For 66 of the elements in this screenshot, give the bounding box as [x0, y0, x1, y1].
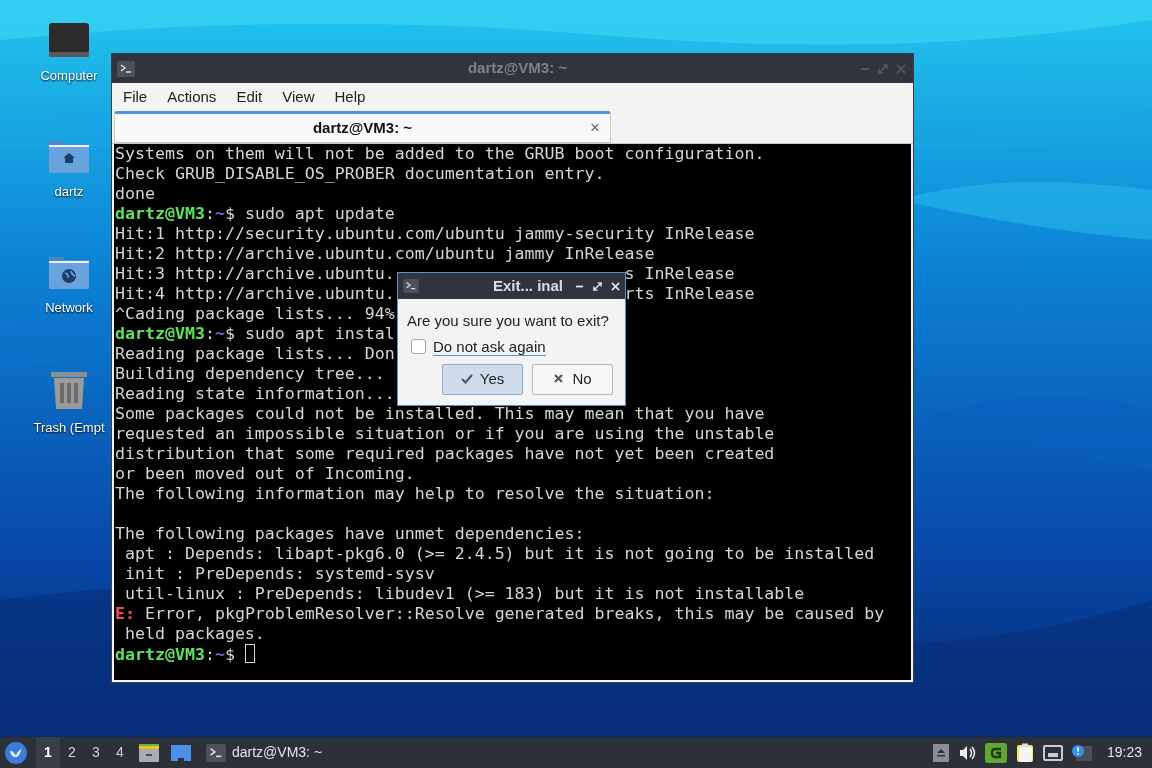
terminal-line: Check GRUB_DISABLE_OS_PROBER documentation entry. [115, 164, 605, 183]
terminal-line: Some packages could not be installed. This may mean that you have [115, 404, 765, 423]
clipboard-icon[interactable] [1015, 742, 1034, 763]
terminal-line: Reading state information... [115, 384, 395, 403]
check-icon [460, 373, 473, 385]
eject-icon[interactable] [932, 743, 949, 762]
notification-icon[interactable] [1071, 743, 1092, 762]
terminal-line: dartz@VM3:~$ sudo apt update [115, 204, 395, 223]
terminal-icon [403, 279, 419, 293]
terminal-icon [117, 60, 135, 77]
no-button[interactable]: No [532, 363, 613, 395]
terminal-line: Hit:2 http://archive.ubuntu.com/ubuntu jammy InRelease [115, 244, 655, 263]
volume-icon[interactable] [957, 744, 976, 761]
terminal-line: or been moved out of Incoming. [115, 464, 415, 483]
menu-item[interactable]: Actions [158, 83, 226, 111]
terminal-line: util-linux : PreDepends: libudev1 (>= 183) but it is not installable [124, 584, 805, 603]
home-folder-icon[interactable] [48, 138, 90, 174]
terminal-line: Hit:1 http://security.ubuntu.com/ubuntu jammy-security InRelease [115, 224, 755, 243]
file-manager-icon[interactable] [138, 742, 160, 763]
terminal-line: Hit:4 http://archive.ubuntu. [115, 284, 395, 303]
terminal-line: rts InRelease [624, 284, 755, 304]
menu-item[interactable]: View [273, 83, 324, 111]
workspace-button[interactable]: 4 [108, 737, 132, 768]
update-manager-icon[interactable] [984, 742, 1007, 763]
terminal-tab[interactable]: dartz@VM3: ~ × [114, 111, 611, 143]
workspace-button[interactable]: 1 [36, 737, 60, 768]
terminal-line: held packages. [124, 624, 265, 643]
dialog-message: Are you sure you want to exit? [407, 311, 610, 331]
terminal-line: done [115, 184, 155, 203]
terminal-line: init : PreDepends: systemd-sysv [124, 564, 435, 583]
dialog-title: Exit... inal [492, 275, 563, 296]
terminal-line: dartz@VM3:~$ [115, 645, 236, 664]
terminal-line: apt : Depends: libapt-pkg6.0 (>= 2.4.5) but it is not going to be installed [124, 544, 875, 563]
terminal-line: Systems on them will not be added to the GRUB boot configuration. [115, 144, 765, 163]
terminal-line: ^Cading package lists... 94% [115, 304, 395, 323]
terminal-line: s InRelease [624, 264, 735, 284]
checkbox[interactable] [411, 339, 426, 354]
workspace-button[interactable]: 2 [60, 737, 84, 768]
x-icon [553, 373, 566, 385]
icon-label[interactable]: Trash (Empt [33, 418, 105, 438]
monitor-icon[interactable] [48, 22, 90, 58]
clock[interactable]: 19:23 [1106, 742, 1142, 763]
close-tab-icon[interactable]: × [590, 115, 600, 141]
terminal-line: requested an impossible situation or if you are using the unstable [115, 424, 775, 443]
terminal-line: E: Error, pkgProblemResolver::Resolve generated breaks, this may be caused by [115, 604, 885, 623]
yes-button[interactable]: Yes [442, 363, 523, 395]
icon-label[interactable]: Network [45, 298, 93, 318]
menu-item[interactable]: Edit [227, 83, 272, 111]
menu-item[interactable]: Help [325, 83, 375, 111]
bird-logo-icon[interactable] [4, 740, 28, 765]
terminal-line: Hit:3 http://archive.ubuntu. [115, 264, 395, 283]
menu-item[interactable]: File [114, 83, 157, 111]
terminal-line: Building dependency tree... [115, 364, 385, 383]
network-icon[interactable] [1042, 744, 1063, 761]
terminal-line: The following packages have unmet dependencies: [115, 524, 585, 543]
terminal-line: Reading package lists... Don [115, 344, 395, 363]
terminal-line: distribution that some required packages have not yet been created [115, 444, 775, 463]
desktop-icon[interactable] [170, 743, 192, 762]
workspace-button[interactable]: 3 [84, 737, 108, 768]
task-button[interactable]: dartz@VM3: ~ [204, 737, 325, 768]
network-folder-icon[interactable] [48, 254, 90, 290]
window-title: dartz@VM3: ~ [467, 58, 568, 79]
checkbox-label[interactable]: Do not ask again [433, 337, 546, 356]
terminal-line: The following information may help to resolve the situation: [115, 484, 715, 503]
terminal-icon [206, 743, 226, 762]
terminal-line: dartz@VM3:~$ sudo apt instal [115, 324, 395, 343]
